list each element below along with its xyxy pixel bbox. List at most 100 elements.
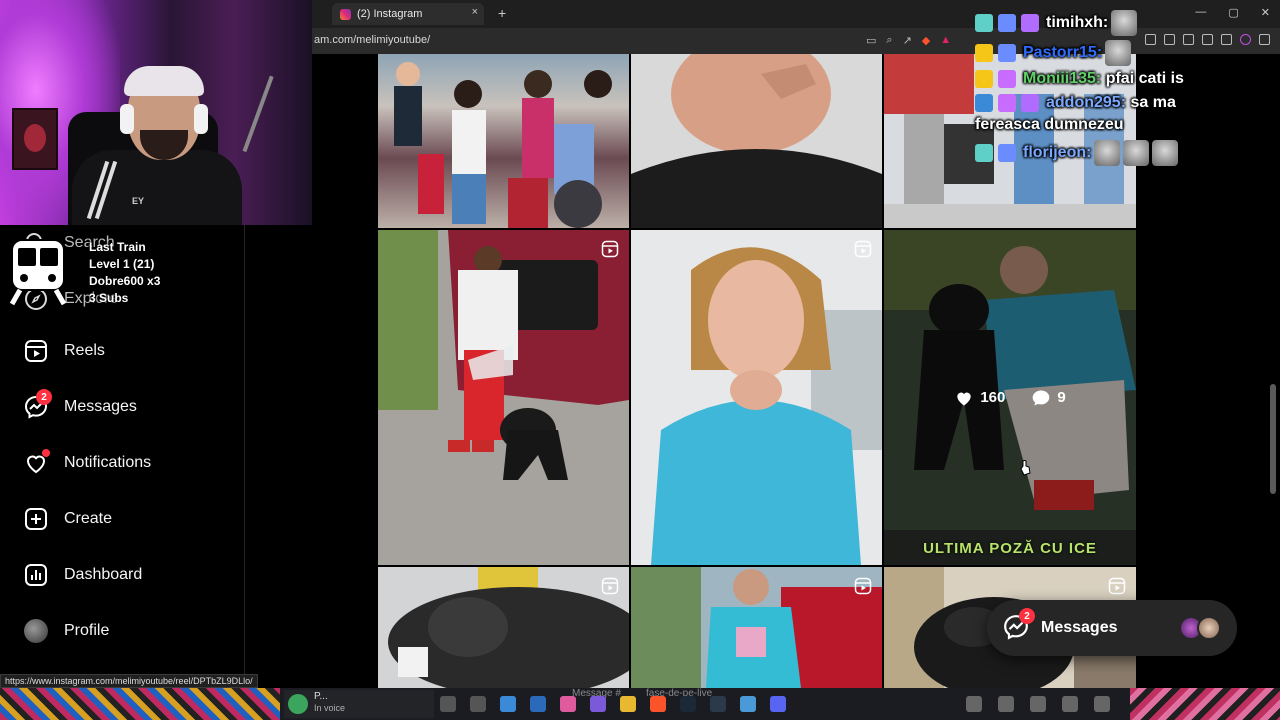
sidebar-item-notifications[interactable]: Notifications [22,449,151,477]
sub-badge-icon [998,94,1016,112]
post-thumbnail[interactable] [631,54,882,228]
sub-badge-icon [998,144,1016,163]
chat-message: addon295: sa ma fereasca dumnezeu [975,92,1225,136]
zoom-icon[interactable]: ⌕ [886,34,892,47]
windows-taskbar: P... In voice Message # fase-de-pe-live [0,688,1280,720]
heart-icon [22,449,50,477]
sidebar-item-dashboard[interactable]: Dashboard [22,561,142,589]
sidebar-item-label: Messages [64,398,137,415]
sidebar-item-create[interactable]: Create [22,505,112,533]
sidebar-item-reels[interactable]: Reels [22,337,105,365]
wall-poster [12,108,58,170]
post-thumbnail[interactable] [378,54,629,228]
train-icon [9,239,67,306]
mouse-cursor-icon [1020,460,1031,476]
plus-square-icon [22,505,50,533]
menu-icon[interactable] [1259,34,1270,45]
headphones-icon[interactable] [470,696,486,712]
messages-label: Messages [1041,619,1118,636]
chat-username: addon295: [1046,94,1127,112]
taskbar-wallpaper-right [1130,688,1280,720]
post-thumbnail[interactable] [631,567,882,688]
close-window-icon[interactable]: ✕ [1261,6,1270,19]
browser-tab-instagram[interactable]: (2) Instagram × [332,3,484,25]
share-icon[interactable]: ↗ [903,34,912,47]
tab-close-icon[interactable]: × [472,6,478,18]
page-scrollbar[interactable] [1270,384,1276,494]
mic-icon[interactable] [440,696,456,712]
recent-chat-avatars [1179,616,1221,640]
reel-indicator-icon [854,577,872,595]
gif-icon[interactable] [998,696,1014,712]
sub-badge-icon [998,70,1016,88]
woman-blue-gown-image [631,230,882,565]
cast-icon[interactable]: ▭ [866,34,876,47]
discord-voice-panel[interactable]: P... In voice [284,690,434,718]
app-icon[interactable] [590,696,606,712]
reel-indicator-icon [601,240,619,258]
post-hover-overlay: 160 9 [884,230,1136,565]
chart-icon [22,561,50,589]
sub-badge-icon [998,44,1016,62]
profile-icon[interactable] [1240,34,1251,45]
gift-badge-icon [1021,94,1039,112]
chat-emote [1111,10,1138,36]
windows-start-icon[interactable] [500,696,516,712]
sidebar-item-messages[interactable]: 2 Messages [22,389,137,421]
chat-message: Pastorr15: [975,40,1235,66]
streamer-cap [124,66,204,96]
folder-icon[interactable] [620,696,636,712]
avatar [1197,616,1221,640]
url-field[interactable]: am.com/melimiyoutube/ [314,34,430,46]
sidebar-item-label: Profile [64,622,110,639]
crown-badge-icon [975,44,993,62]
likes-count: 160 [980,389,1006,406]
apps-icon[interactable] [1094,696,1110,712]
children-crowd-image [394,62,612,228]
chat-username: Moniii135: [1023,70,1102,88]
app-icon[interactable] [530,696,546,712]
sidebar-item-label: Reels [64,342,105,359]
sidebar-item-profile[interactable]: Profile [22,617,109,645]
tool-badge-icon [975,94,993,112]
shirt-logo: EY [132,196,145,206]
discord-icon[interactable] [770,696,786,712]
discord-voice-status: In voice [314,703,346,713]
app-icon[interactable] [560,696,576,712]
discord-input-tools [966,696,1110,712]
post-thumbnail[interactable] [378,567,629,688]
new-tab-button[interactable]: + [498,5,506,21]
chat-emote [1152,140,1179,167]
comments-count: 9 [1057,389,1066,406]
brave-browser-icon[interactable] [650,696,666,712]
messages-floating-button[interactable]: 2 Messages [987,600,1237,656]
steam-icon[interactable] [680,696,696,712]
gift-icon[interactable] [966,696,982,712]
post-thumbnail[interactable] [631,230,882,565]
chat-badge-icon [975,144,993,163]
brave-shield-icon[interactable]: ◆ [922,34,930,47]
comment-filled-icon [1033,390,1050,405]
post-thumbnail-hovered[interactable]: 160 9 ULTIMA POZĂ CU ICE [884,230,1136,565]
emoji-icon[interactable] [1062,696,1078,712]
discord-username: P... [314,691,328,702]
streamer-webcam: EY [0,0,312,225]
post-thumbnail[interactable] [378,230,629,565]
train-subs: 3 Subs [89,291,129,305]
messages-badge: 2 [36,389,52,405]
post-caption-overlay: ULTIMA POZĂ CU ICE [923,540,1097,557]
headphone-right [194,104,208,134]
link-status-url: https://www.instagram.com/melimiyoutube/… [0,674,258,688]
heart-filled-icon [957,392,971,405]
profile-avatar [22,617,50,645]
train-top-contributor: Dobre600 x3 [89,274,161,288]
messenger-icon: 2 [1003,608,1035,642]
reel-indicator-icon [854,240,872,258]
brave-rewards-icon[interactable]: ▲ [940,34,951,47]
chat-username: florijeon: [1023,144,1092,162]
app-icon[interactable] [710,696,726,712]
app-icon[interactable] [740,696,756,712]
sticker-icon[interactable] [1030,696,1046,712]
haircut-image [631,54,882,228]
instagram-favicon-icon [340,8,351,20]
